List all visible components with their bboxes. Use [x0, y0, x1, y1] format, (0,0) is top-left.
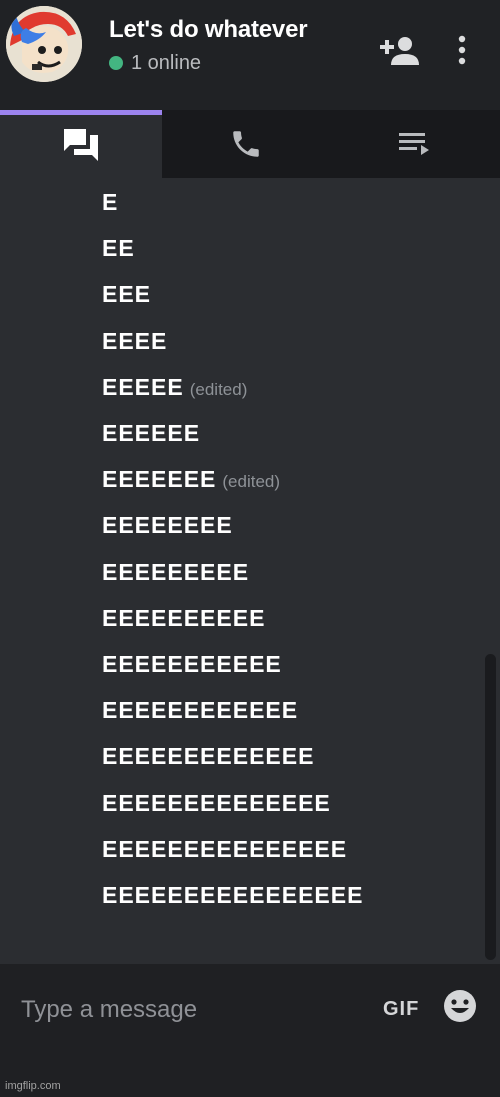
online-status: 1 online	[109, 51, 201, 75]
emoji-button[interactable]	[442, 988, 478, 1024]
message-text: EE	[102, 235, 135, 262]
message-text: EEE	[102, 281, 152, 308]
active-tab-indicator	[0, 110, 162, 115]
message-text: EEEEEEEEEEEEEEEE	[102, 882, 364, 908]
message-text: EEEEEEEEEEEEE	[102, 743, 315, 770]
watermark: imgflip.com	[5, 1080, 61, 1092]
message-item[interactable]: EEEEEEEEEEEEEEE	[102, 835, 347, 863]
add-person-icon	[380, 37, 419, 65]
more-options-button[interactable]	[442, 30, 482, 70]
message-item[interactable]: EEEEEEE (edited)	[102, 465, 280, 496]
message-text: E	[102, 189, 119, 215]
gif-button[interactable]: GIF	[383, 994, 419, 1024]
message-item[interactable]: EEEEEE	[102, 419, 200, 447]
online-dot-icon	[109, 56, 123, 70]
message-input[interactable]: Type a message	[21, 992, 361, 1028]
tab-queue[interactable]	[330, 110, 500, 178]
message-item[interactable]: E	[102, 188, 118, 216]
message-text: EEEEEEEE	[102, 512, 233, 539]
phone-icon	[233, 131, 259, 157]
message-text: EEEEEE	[102, 420, 201, 446]
message-item[interactable]: EEE	[102, 280, 151, 308]
scrollbar[interactable]	[485, 654, 496, 960]
message-item[interactable]: EEEEEEEE	[102, 511, 233, 539]
message-item[interactable]: EEEEEEEEE	[102, 558, 249, 586]
message-text: EEEEE	[102, 373, 184, 400]
edited-label: (edited)	[222, 472, 281, 492]
message-text: EEEE	[102, 327, 168, 354]
message-text: EEEEEEEEEEEE	[102, 697, 299, 724]
message-item[interactable]: EEEEE (edited)	[102, 373, 247, 404]
message-list[interactable]: E EE EEE EEEE EEEEE (edited) EEEEEE EEEEEEE (edi…	[0, 178, 500, 964]
avatar[interactable]	[6, 6, 82, 82]
more-vertical-icon	[458, 35, 466, 65]
message-text: EEEEEEEEE	[102, 558, 250, 585]
tab-call[interactable]	[162, 110, 330, 178]
message-item[interactable]: EEEEEEEEEE	[102, 604, 265, 632]
message-text: EEEEEEE	[102, 466, 217, 493]
message-item[interactable]: EEEEEEEEEEEEE	[102, 742, 314, 770]
chat-header: Let's do whatever 1 online	[0, 0, 500, 110]
channel-title: Let's do whatever	[109, 16, 308, 43]
avatar-image	[6, 6, 82, 82]
queue-list-icon	[399, 133, 429, 155]
add-friend-button[interactable]	[380, 30, 420, 70]
message-item[interactable]: EEEEEEEEEEEEEE	[102, 789, 331, 817]
message-item[interactable]: EEEEEEEEEEE	[102, 650, 282, 678]
chat-bubbles-icon	[64, 129, 98, 161]
message-text: EEEEEEEEEEEEEE	[102, 789, 331, 816]
message-text: EEEEEEEEEEEEEEE	[102, 835, 348, 862]
message-item[interactable]: EEEE	[102, 327, 167, 355]
smiley-icon	[444, 990, 476, 1022]
message-text: EEEEEEEEEE	[102, 604, 266, 631]
message-item[interactable]: EEEEEEEEEEEE	[102, 696, 298, 724]
edited-label: (edited)	[189, 379, 248, 399]
message-item[interactable]: EEEEEEEEEEEEEEEE	[102, 881, 363, 909]
message-item[interactable]: EE	[102, 234, 135, 262]
tab-bar	[0, 110, 500, 178]
message-text: EEEEEEEEEEE	[102, 651, 282, 677]
message-composer: Type a message GIF	[0, 964, 500, 1097]
tab-chat[interactable]	[0, 110, 162, 178]
online-count: 1 online	[131, 51, 202, 74]
